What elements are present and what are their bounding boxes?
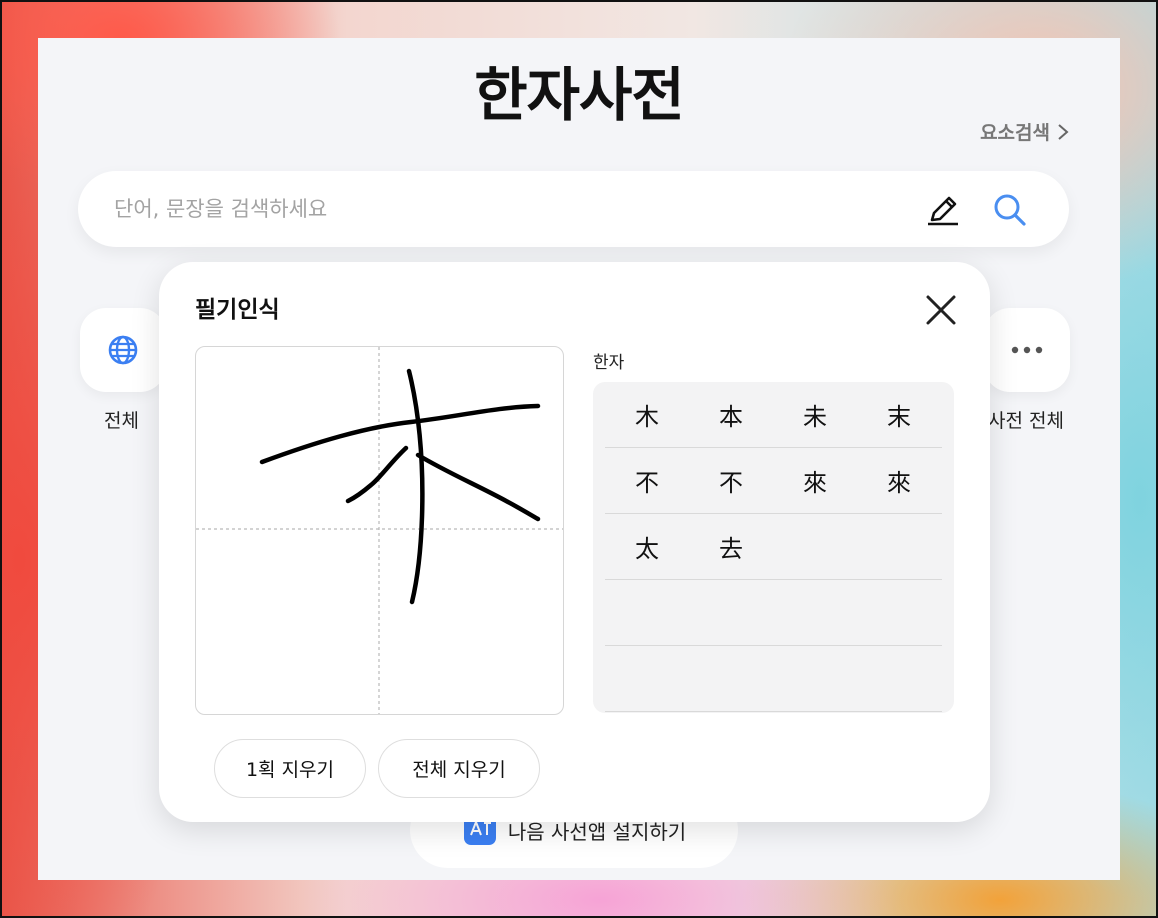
- category-all-dictionaries-label: 사전 전체: [988, 410, 1064, 432]
- page-title: 한자사전: [474, 61, 684, 129]
- candidate-row-empty: [605, 646, 942, 712]
- candidate-char[interactable]: 來: [857, 463, 941, 498]
- candidate-row: 太 去: [605, 514, 942, 580]
- candidate-row: 不 不 來 來: [605, 448, 942, 514]
- handwriting-strokes: [196, 347, 563, 714]
- pen-icon: [928, 196, 958, 226]
- close-icon: [926, 295, 956, 325]
- more-icon: [1011, 346, 1043, 354]
- handwriting-button[interactable]: [924, 191, 962, 229]
- undo-stroke-button[interactable]: 1획 지우기: [214, 739, 366, 798]
- category-all-label: 전체: [104, 410, 139, 432]
- modal-title: 필기인식: [195, 297, 280, 323]
- globe-icon: [108, 335, 138, 365]
- category-all-dictionaries-button[interactable]: [984, 308, 1070, 392]
- close-button[interactable]: [923, 292, 959, 328]
- clear-all-button[interactable]: 전체 지우기: [378, 739, 540, 798]
- result-type-label: 한자: [593, 353, 625, 373]
- candidate-char[interactable]: 不: [605, 463, 689, 498]
- search-bar: [78, 171, 1069, 247]
- element-search-label: 요소검색: [980, 122, 1050, 144]
- element-search-link[interactable]: 요소검색: [980, 118, 1070, 145]
- handwriting-canvas[interactable]: [195, 346, 564, 715]
- candidate-char[interactable]: 木: [605, 397, 689, 432]
- chevron-right-icon: [1058, 123, 1069, 140]
- search-icon: [994, 194, 1026, 226]
- candidate-row: 木 本 未 末: [605, 382, 942, 448]
- candidate-char[interactable]: 不: [689, 463, 773, 498]
- candidate-char[interactable]: 去: [689, 529, 773, 564]
- category-all-button[interactable]: [80, 308, 166, 392]
- search-input[interactable]: [114, 191, 894, 227]
- search-button[interactable]: [991, 191, 1029, 229]
- candidate-char[interactable]: 來: [773, 463, 857, 498]
- candidate-list: 木 本 未 末 不 不 來 來 太 去: [593, 382, 954, 713]
- candidate-row-empty: [605, 580, 942, 646]
- candidate-char[interactable]: 太: [605, 529, 689, 564]
- candidate-char[interactable]: 未: [773, 397, 857, 432]
- candidate-char[interactable]: 本: [689, 397, 773, 432]
- candidate-char[interactable]: 末: [857, 397, 941, 432]
- handwriting-modal: 필기인식 한자 木 本 未 末 不 不 來 來 太 去 1획 지우기 전체 지우…: [159, 262, 990, 822]
